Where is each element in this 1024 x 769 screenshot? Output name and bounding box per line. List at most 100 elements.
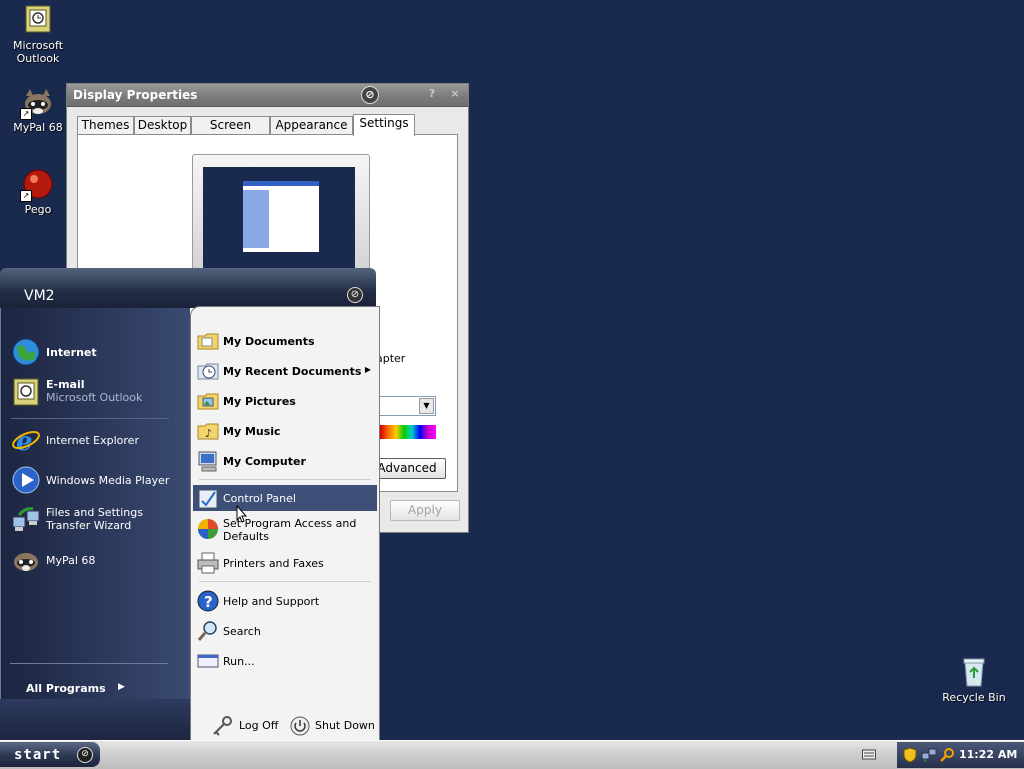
color-spectrum-bar [380, 425, 436, 439]
chevron-right-icon: ▶ [118, 682, 125, 692]
menu-item-program-access[interactable]: Set Program Access and Defaults [193, 515, 377, 543]
monitor-preview [192, 154, 370, 286]
network-icon[interactable] [921, 747, 937, 766]
item-title: Windows Media Player [46, 474, 170, 487]
window-title: Display Properties [73, 88, 198, 102]
mouse-cursor-icon [236, 504, 248, 526]
start-button[interactable]: start ⊘ [0, 742, 100, 767]
start-label: start [14, 747, 62, 763]
svg-text:♪: ♪ [205, 427, 212, 440]
recent-documents-icon [196, 359, 220, 383]
apply-button[interactable]: Apply [390, 500, 460, 521]
preview-window-thumbnail [243, 181, 319, 252]
start-menu-bottom-left [0, 699, 190, 741]
menu-item-label: Search [223, 625, 261, 638]
chevron-right-icon: ▶ [364, 365, 371, 374]
item-subtitle: Microsoft Outlook [46, 391, 143, 404]
start-menu-left-pane: Internet E-mail Microsoft Outlook e Inte… [0, 308, 190, 699]
start-menu-right-pane: My Documents My Recent Documents ▶ My Pi… [190, 306, 380, 741]
menu-item-label: My Computer [223, 455, 306, 468]
clock[interactable]: 11:22 AM [959, 748, 1017, 761]
tab-screen-saver[interactable]: Screen Saver [191, 116, 270, 149]
desktop-icon-recycle-bin[interactable]: Recycle Bin [934, 656, 1014, 704]
menu-item-my-recent-documents[interactable]: My Recent Documents ▶ [193, 357, 377, 385]
folder-music-icon: ♪ [196, 419, 220, 443]
control-panel-icon [196, 487, 220, 511]
menu-item-label: My Music [223, 425, 281, 438]
start-menu-header: VM2 ⊘ [0, 268, 376, 308]
key-icon [211, 715, 233, 737]
search-icon[interactable] [939, 747, 955, 766]
computer-icon [196, 449, 220, 473]
tab-desktop[interactable]: Desktop [134, 116, 191, 134]
help-button[interactable]: ? [425, 87, 439, 101]
item-title: Internet Explorer [46, 434, 139, 447]
menu-item-run[interactable]: Run... [193, 647, 377, 675]
start-menu: VM2 ⊘ Internet E-mail Microsoft Outlook … [0, 268, 380, 741]
adapter-label: apter [376, 352, 406, 365]
raccoon-icon: ↗ [20, 86, 54, 120]
tab-appearance[interactable]: Appearance [270, 116, 353, 134]
menu-item-label: Printers and Faxes [223, 557, 324, 570]
menu-item-search[interactable]: Search [193, 617, 377, 645]
outlook-icon [22, 4, 54, 36]
menu-item-control-panel[interactable]: Control Panel [193, 485, 377, 511]
recent-item-transfer-wizard[interactable]: Files and Settings Transfer Wizard [9, 504, 185, 538]
desktop-icon-outlook[interactable]: Microsoft Outlook [0, 4, 78, 65]
transfer-wizard-icon [11, 505, 41, 535]
security-shield-icon[interactable] [903, 747, 917, 766]
menu-item-my-documents[interactable]: My Documents [193, 327, 377, 355]
recent-item-internet-explorer[interactable]: e Internet Explorer [9, 424, 185, 458]
color-quality-select[interactable]: ▼ [378, 396, 436, 416]
item-title: Internet [46, 346, 97, 359]
desktop-icon-label: Microsoft Outlook [12, 39, 64, 65]
menu-item-label: Run... [223, 655, 255, 668]
menu-item-label: My Documents [223, 335, 315, 348]
menu-item-help-support[interactable]: ? Help and Support [193, 587, 377, 615]
help-icon: ? [196, 589, 220, 613]
raccoon-icon [11, 545, 41, 575]
item-title: MyPal 68 [46, 554, 96, 567]
item-title: Files and Settings Transfer Wizard [46, 506, 143, 532]
pinned-item-email[interactable]: E-mail Microsoft Outlook [9, 376, 185, 410]
tab-themes[interactable]: Themes [77, 116, 134, 134]
user-name: VM2 [24, 288, 55, 304]
recent-item-mypal[interactable]: MyPal 68 [9, 544, 185, 578]
close-button[interactable]: × [448, 87, 462, 101]
printer-icon [196, 551, 220, 575]
window-menu-icon[interactable]: ⊘ [361, 86, 379, 104]
tab-settings[interactable]: Settings [353, 114, 415, 136]
recent-item-media-player[interactable]: Windows Media Player [9, 464, 185, 498]
desktop-icon-label: Recycle Bin [942, 691, 1006, 704]
item-title: E-mail [46, 378, 85, 391]
keyboard-icon[interactable] [862, 748, 876, 760]
folder-pictures-icon [196, 389, 220, 413]
menu-item-my-pictures[interactable]: My Pictures [193, 387, 377, 415]
all-programs-button[interactable]: All Programs [26, 682, 106, 695]
menu-item-label: My Recent Documents [223, 365, 362, 378]
media-player-icon [11, 465, 41, 495]
start-logo-icon: ⊘ [77, 747, 93, 763]
system-tray: 11:22 AM [897, 742, 1024, 768]
search-icon [196, 619, 220, 643]
folder-documents-icon [196, 329, 220, 353]
menu-item-printers-faxes[interactable]: Printers and Faxes [193, 549, 377, 577]
pego-icon: ↗ [20, 168, 54, 202]
shortcut-arrow-icon: ↗ [20, 108, 32, 120]
menu-item-my-music[interactable]: ♪ My Music [193, 417, 377, 445]
log-off-label: Log Off [239, 719, 279, 732]
internet-explorer-icon: e [11, 425, 41, 457]
chevron-down-icon[interactable]: ▼ [419, 398, 434, 414]
menu-item-my-computer[interactable]: My Computer [193, 447, 377, 475]
menu-item-label: Control Panel [223, 492, 296, 505]
run-icon [196, 649, 220, 673]
header-logo-icon: ⊘ [347, 287, 363, 303]
pinned-item-internet[interactable]: Internet [9, 336, 185, 370]
taskbar: start ⊘ 11:22 AM [0, 740, 1024, 769]
program-access-icon [196, 517, 220, 541]
globe-icon [11, 337, 41, 367]
menu-item-label: Help and Support [223, 595, 320, 608]
window-titlebar[interactable]: Display Properties ⊘ ? × [67, 84, 468, 107]
svg-text:?: ? [204, 593, 213, 611]
menu-item-label: My Pictures [223, 395, 296, 408]
